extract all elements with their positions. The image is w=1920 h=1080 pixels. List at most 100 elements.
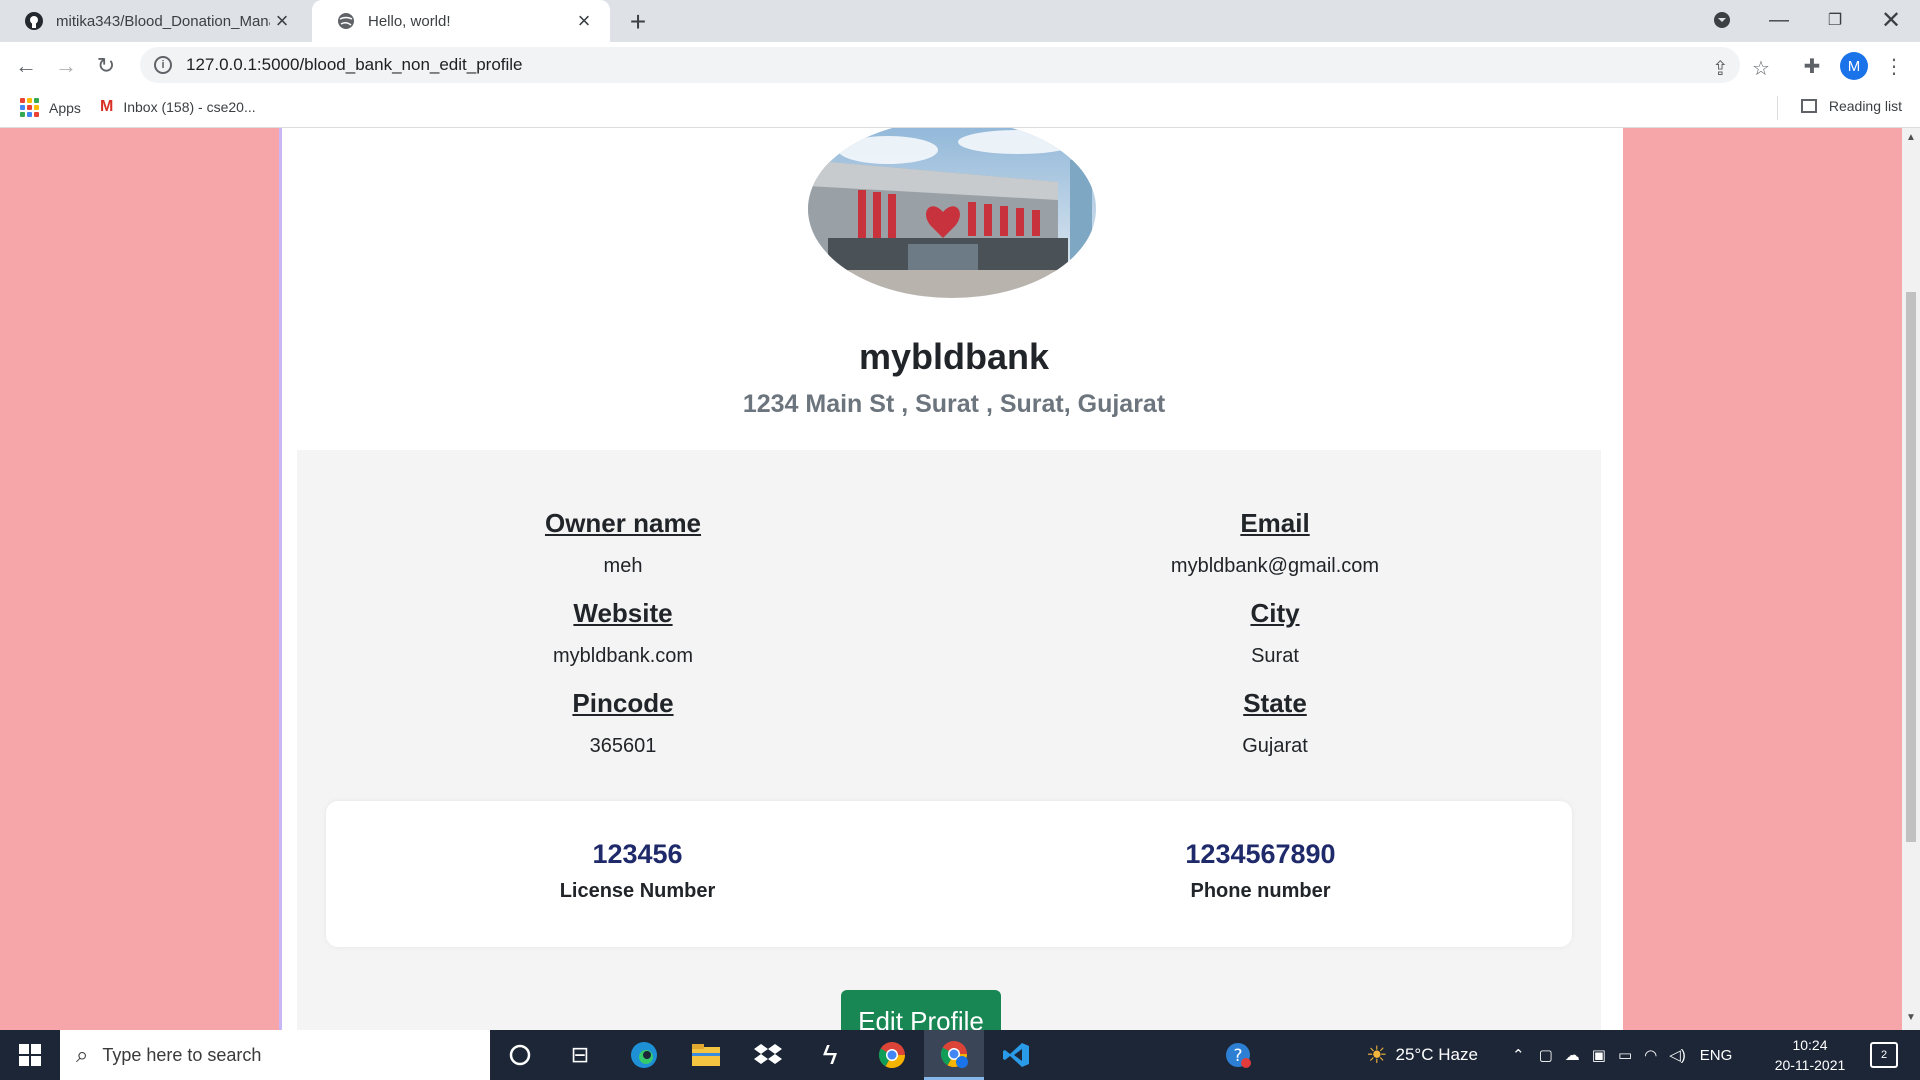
page-viewport: mybldbank 1234 Main St , Surat , Surat, …	[0, 128, 1902, 1030]
close-tab-icon[interactable]: ×	[270, 10, 294, 32]
field-label: Pincode	[572, 688, 674, 718]
email-field: Email mybldbank@gmail.com	[949, 508, 1601, 578]
field-label: Owner name	[544, 508, 702, 538]
bank-name: mybldbank	[858, 336, 1050, 377]
phone-number: 1234567890	[1185, 839, 1336, 869]
wifi-icon[interactable]: ◠	[1644, 1046, 1657, 1064]
reading-list-button[interactable]: Reading list	[1800, 98, 1902, 114]
license-label: License Number	[559, 880, 716, 902]
owner-name-field: Owner name meh	[297, 508, 949, 578]
globe-icon	[336, 11, 356, 31]
field-value: Gujarat	[1242, 735, 1308, 757]
field-value: mybldbank.com	[552, 645, 694, 667]
bookmark-label: Inbox (158) - cse20...	[123, 99, 256, 115]
field-label: Website	[573, 598, 673, 628]
reading-list-icon	[1800, 99, 1817, 113]
display-icon[interactable]: ▣	[1592, 1046, 1606, 1064]
field-value: meh	[603, 555, 643, 577]
extensions-icon[interactable]: ✚	[1798, 52, 1826, 80]
search-placeholder: Type here to search	[102, 1044, 262, 1065]
clock[interactable]: 10:24 20-11-2021	[1760, 1035, 1860, 1075]
edit-profile-button[interactable]: Edit Profile	[841, 990, 1001, 1030]
scrollbar-thumb[interactable]	[1906, 292, 1916, 842]
menu-icon[interactable]: ⋮	[1880, 52, 1908, 80]
weather-text: 25°C Haze	[1395, 1045, 1478, 1064]
apps-grid-icon	[20, 98, 39, 117]
cortana-icon[interactable]	[490, 1030, 550, 1080]
field-value: mybldbank@gmail.com	[1170, 555, 1380, 577]
start-button[interactable]	[0, 1030, 60, 1080]
weather-widget[interactable]: ☀ 25°C Haze	[1366, 1030, 1478, 1080]
minimize-icon[interactable]: —	[1756, 0, 1802, 40]
weather-sun-icon: ☀	[1366, 1041, 1388, 1069]
vscode-icon[interactable]	[986, 1030, 1046, 1080]
time: 10:24	[1792, 1037, 1828, 1053]
app-lightning-icon[interactable]: ϟ	[800, 1030, 860, 1080]
tab-search-icon[interactable]	[1706, 0, 1738, 40]
profile-avatar[interactable]: M	[1840, 52, 1868, 80]
windows-taskbar: ⌕ Type here to search ⊟ ϟ ? ☀ 25°C Haze …	[0, 1030, 1920, 1080]
restore-icon[interactable]: ❐	[1812, 0, 1858, 40]
tab-hello-world[interactable]: Hello, world! ×	[312, 0, 610, 42]
tray-icons[interactable]: ⌃ ▢ ☁ ▣ ▭ ◠ ◁) ENG	[1512, 1030, 1732, 1080]
page-scrollbar[interactable]: ▲ ▼	[1902, 128, 1920, 1030]
website-field: Website mybldbank.com	[297, 598, 949, 668]
field-label: City	[1250, 598, 1300, 628]
license-stat: 123456 License Number	[326, 839, 949, 903]
phone-label: Phone number	[1190, 880, 1331, 902]
tab-title: mitika343/Blood_Donation_Mana	[56, 12, 270, 30]
notification-count: 2	[1880, 1049, 1888, 1061]
reload-icon[interactable]: ↻	[90, 50, 122, 82]
site-info-icon[interactable]: i	[154, 56, 172, 74]
reading-list-label: Reading list	[1828, 98, 1902, 114]
stats-card: 123456 License Number 1234567890 Phone n…	[326, 801, 1572, 947]
bookmark-apps[interactable]: Apps	[20, 98, 81, 117]
back-icon[interactable]: ←	[10, 50, 42, 82]
close-window-icon[interactable]: ✕	[1868, 0, 1914, 40]
scroll-down-icon[interactable]: ▼	[1902, 1012, 1920, 1028]
tab-github[interactable]: mitika343/Blood_Donation_Mana ×	[0, 0, 308, 42]
field-value: Surat	[1251, 645, 1299, 667]
field-value: 365601	[589, 735, 657, 757]
blood-bank-photo	[808, 128, 1096, 298]
edge-icon[interactable]	[614, 1030, 674, 1080]
forward-icon[interactable]: →	[50, 50, 82, 82]
taskbar-search-input[interactable]: ⌕ Type here to search	[60, 1030, 490, 1080]
url-input[interactable]: i 127.0.0.1:5000/blood_bank_non_edit_pro…	[140, 47, 1740, 83]
language-indicator[interactable]: ENG	[1700, 1047, 1733, 1064]
onedrive-icon[interactable]: ☁	[1565, 1046, 1580, 1064]
field-label: Email	[1240, 508, 1310, 538]
bank-address: 1234 Main St , Surat , Surat, Gujarat	[742, 390, 1166, 418]
pincode-field: Pincode 365601	[297, 688, 949, 758]
help-icon[interactable]: ?	[1208, 1030, 1268, 1080]
date: 20-11-2021	[1774, 1057, 1846, 1073]
state-field: State Gujarat	[949, 688, 1601, 758]
github-icon	[24, 11, 44, 31]
scroll-up-icon[interactable]: ▲	[1902, 132, 1920, 148]
phone-stat: 1234567890 Phone number	[949, 839, 1572, 903]
chrome-profile-icon[interactable]	[924, 1030, 984, 1080]
bookmark-gmail[interactable]: M Inbox (158) - cse20...	[100, 98, 256, 116]
volume-icon[interactable]: ◁)	[1669, 1046, 1686, 1064]
details-panel: Owner name meh Email mybldbank@gmail.com…	[297, 450, 1601, 1030]
license-number: 123456	[592, 839, 683, 869]
bookmark-star-icon[interactable]: ☆	[1752, 56, 1770, 81]
task-view-icon[interactable]: ⊟	[550, 1030, 610, 1080]
bookmarks-bar: Apps M Inbox (158) - cse20... Reading li…	[0, 88, 1920, 128]
new-tab-button[interactable]: +	[620, 4, 656, 40]
bookmarks-divider	[1777, 96, 1778, 120]
field-label: State	[1243, 688, 1307, 718]
battery-icon[interactable]: ▭	[1618, 1046, 1632, 1064]
dropbox-icon[interactable]	[738, 1030, 798, 1080]
meet-icon[interactable]: ▢	[1539, 1046, 1553, 1064]
chrome-icon[interactable]	[862, 1030, 922, 1080]
windows-icon	[19, 1044, 41, 1066]
close-tab-icon[interactable]: ×	[572, 10, 596, 32]
tab-title: Hello, world!	[368, 12, 451, 30]
share-icon[interactable]: ⇪	[1712, 56, 1729, 81]
show-hidden-icons-icon[interactable]: ⌃	[1512, 1046, 1525, 1064]
notifications-icon[interactable]: 2	[1870, 1042, 1898, 1068]
url-text: 127.0.0.1:5000/blood_bank_non_edit_profi…	[186, 55, 523, 74]
file-explorer-icon[interactable]	[676, 1030, 736, 1080]
address-bar: ← → ↻ i 127.0.0.1:5000/blood_bank_non_ed…	[0, 42, 1920, 88]
